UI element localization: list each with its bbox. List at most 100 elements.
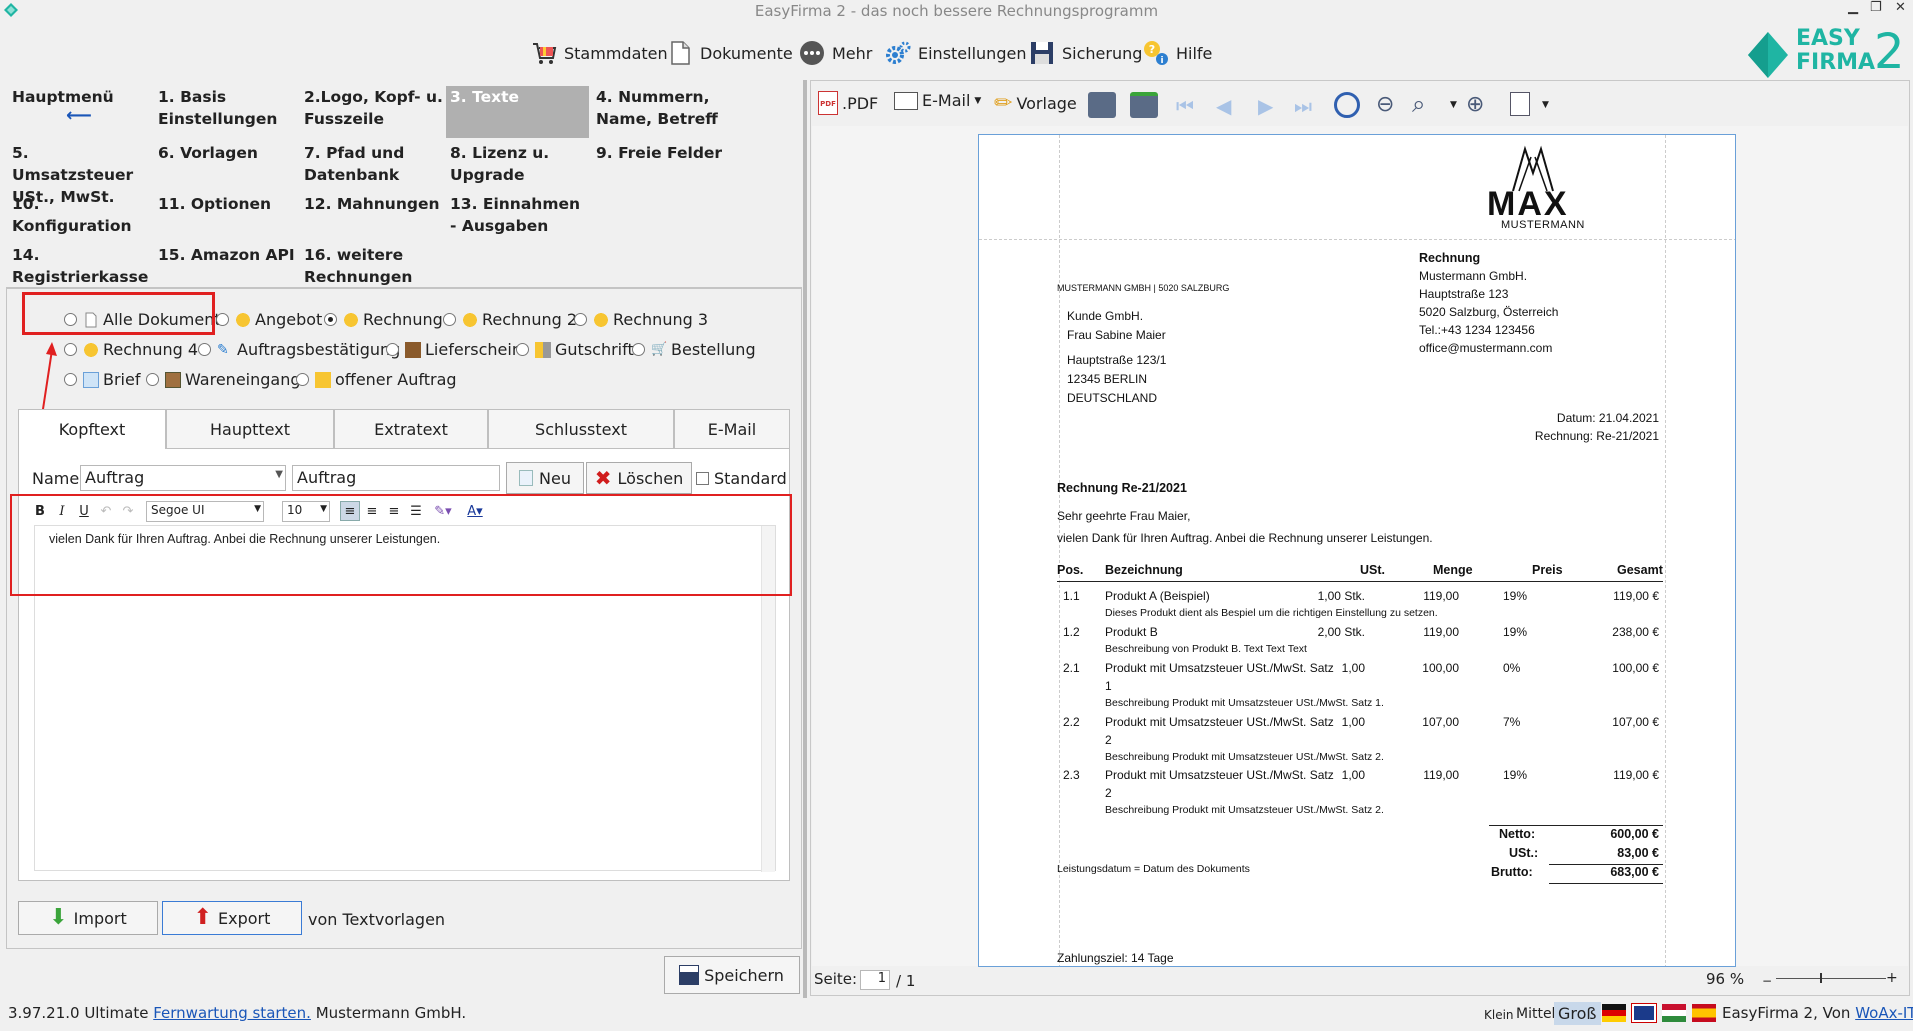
name-dropdown[interactable]: Auftrag ▼	[80, 465, 286, 491]
prev-page-icon[interactable]: ◀	[1216, 94, 1231, 118]
nav-item-3[interactable]: 3. Texte	[446, 86, 589, 138]
zoom-thumb[interactable]	[1820, 973, 1822, 983]
last-page-icon[interactable]: ⏭	[1294, 94, 1312, 118]
tab-schlusstext[interactable]: Schlusstext	[488, 409, 674, 449]
next-page-icon[interactable]: ▶	[1258, 94, 1273, 118]
close-icon[interactable]: ✕	[1895, 0, 1906, 15]
nav-item-2[interactable]: 2.Logo, Kopf- u. Fusszeile	[304, 86, 444, 130]
zoom-out-icon[interactable]: ⊖	[1376, 92, 1394, 117]
radio-angebot-circle[interactable]	[216, 313, 229, 326]
radio-lieferschein-circle[interactable]	[386, 343, 399, 356]
size-mittel[interactable]: Mittel	[1516, 1006, 1555, 1022]
chevron-down-icon[interactable]: ▼	[974, 96, 981, 106]
speichern-button[interactable]: Speichern	[664, 956, 800, 994]
page-number-input[interactable]: 1	[860, 970, 890, 990]
flag-es-icon[interactable]	[1692, 1004, 1716, 1022]
seite-label: Seite:	[814, 970, 858, 988]
tab-kopftext[interactable]: Kopftext	[18, 409, 166, 449]
radio-offener-auftrag[interactable]: offener Auftrag	[292, 370, 457, 389]
stammdaten-button[interactable]: Stammdaten	[530, 36, 668, 70]
dokumente-button[interactable]: Dokumente	[666, 36, 793, 70]
vorlage-button[interactable]: ✏ Vorlage	[994, 91, 1077, 116]
radio-wareneingang-circle[interactable]	[146, 373, 159, 386]
loeschen-button[interactable]: ✖ Löschen	[586, 462, 692, 494]
chevron-down-icon[interactable]: ▼	[275, 469, 283, 480]
tab-haupttext[interactable]: Haupttext	[166, 409, 334, 449]
tab-email[interactable]: E-Mail	[674, 409, 790, 449]
radio-rechnung[interactable]: Rechnung	[320, 310, 443, 329]
panel-splitter[interactable]	[803, 80, 807, 998]
minimize-icon[interactable]: ▁	[1848, 0, 1858, 15]
radio-rechnung3-circle[interactable]	[574, 313, 587, 326]
sicherung-button[interactable]: Sicherung	[1028, 36, 1142, 70]
nav-item-1[interactable]: 1. Basis Einstellungen	[158, 86, 298, 130]
print-icon[interactable]	[1088, 92, 1116, 118]
radio-bestellung[interactable]: 🛒 Bestellung	[628, 340, 756, 359]
flag-de-icon[interactable]	[1602, 1004, 1626, 1022]
neu-button[interactable]: Neu	[506, 462, 584, 494]
radio-rechnung4[interactable]: Rechnung 4	[60, 340, 198, 359]
col-preis: Preis	[1532, 563, 1563, 577]
radio-gutschrift-circle[interactable]	[516, 343, 529, 356]
svg-text:i: i	[1160, 56, 1163, 66]
nav-item-7[interactable]: 7. Pfad und Datenbank	[304, 142, 444, 186]
nav-item-14[interactable]: 14. Registrierkasse	[12, 244, 152, 288]
radio-offener-auftrag-circle[interactable]	[296, 373, 309, 386]
export-page-icon[interactable]	[1510, 92, 1530, 116]
pdf-button[interactable]: PDF .PDF	[818, 91, 878, 115]
print-settings-icon[interactable]	[1130, 92, 1158, 118]
nav-item-12[interactable]: 12. Mahnungen	[304, 193, 444, 215]
zoom-plus-icon[interactable]: +	[1886, 970, 1898, 986]
vendor-link[interactable]: WoAx-IT	[1855, 1004, 1913, 1022]
name-text-input[interactable]: Auftrag	[292, 465, 500, 491]
fernwartung-link[interactable]: Fernwartung starten.	[153, 1004, 311, 1022]
nav-item-15[interactable]: 15. Amazon API	[158, 244, 298, 266]
mehr-button[interactable]: Mehr	[798, 36, 872, 70]
flag-uk-icon[interactable]	[1631, 1003, 1657, 1023]
einstellungen-button[interactable]: Einstellungen	[884, 36, 1026, 70]
email-button[interactable]: E-Mail ▼	[894, 91, 981, 110]
nav-item-6[interactable]: 6. Vorlagen	[158, 142, 298, 164]
radio-rechnung-label: Rechnung	[363, 310, 443, 329]
radio-rechnung2[interactable]: Rechnung 2	[439, 310, 577, 329]
nav-item-8[interactable]: 8. Lizenz u. Upgrade	[450, 142, 590, 186]
row-qty: 1,00	[1341, 768, 1365, 782]
radio-rechnung2-circle[interactable]	[443, 313, 456, 326]
first-page-icon[interactable]: ⏮	[1176, 94, 1194, 118]
radio-gutschrift[interactable]: Gutschrift	[512, 340, 634, 359]
compass-icon[interactable]	[1334, 92, 1360, 118]
nav-item-10[interactable]: 10. Konfiguration	[12, 193, 152, 237]
chevron-down-icon[interactable]: ▼	[1542, 100, 1549, 110]
size-gross[interactable]: Groß	[1554, 1002, 1601, 1025]
zoom-minus-icon[interactable]: −	[1762, 974, 1772, 988]
zoom-in-icon[interactable]: ⊕	[1466, 92, 1484, 117]
restore-icon[interactable]: ❐	[1870, 0, 1882, 15]
size-klein[interactable]: Klein	[1484, 1008, 1514, 1022]
row-price: 100,00	[1422, 661, 1459, 675]
radio-bestellung-circle[interactable]	[632, 343, 645, 356]
nav-item-13[interactable]: 13. Einnahmen - Ausgaben	[450, 193, 590, 237]
radio-rechnung3[interactable]: Rechnung 3	[570, 310, 708, 329]
nav-item-11[interactable]: 11. Optionen	[158, 193, 298, 215]
radio-auftragsbestaetigung-circle[interactable]	[198, 343, 211, 356]
radio-lieferschein[interactable]: Lieferschein	[382, 340, 522, 359]
standard-checkbox-row[interactable]: Standard	[696, 469, 787, 488]
import-button[interactable]: ⬇ Import	[18, 901, 158, 935]
radio-brief[interactable]: Brief	[60, 370, 140, 389]
nav-item-9[interactable]: 9. Freie Felder	[596, 142, 736, 164]
nav-item-16[interactable]: 16. weitere Rechnungen	[304, 244, 444, 288]
export-button[interactable]: ⬆ Export	[162, 901, 302, 935]
tab-extratext[interactable]: Extratext	[334, 409, 488, 449]
standard-checkbox[interactable]	[696, 472, 709, 485]
hilfe-button[interactable]: ? i Hilfe	[1142, 36, 1212, 70]
radio-angebot[interactable]: Angebot	[212, 310, 322, 329]
radio-wareneingang[interactable]: Wareneingang	[142, 370, 301, 389]
radio-auftragsbestaetigung[interactable]: ✎ Auftragsbestätigung	[194, 340, 400, 359]
radio-rechnung-circle[interactable]	[324, 313, 337, 326]
zoom-slider[interactable]: − +	[1762, 966, 1898, 990]
nav-item-4[interactable]: 4. Nummern, Name, Betreff	[596, 86, 736, 130]
hauptmenu-item[interactable]: Hauptmenü ⟵	[12, 86, 142, 125]
chevron-down-icon[interactable]: ▼	[1450, 100, 1457, 110]
zoom-icon[interactable]: ⌕	[1412, 90, 1425, 118]
flag-hu-icon[interactable]	[1662, 1004, 1686, 1022]
